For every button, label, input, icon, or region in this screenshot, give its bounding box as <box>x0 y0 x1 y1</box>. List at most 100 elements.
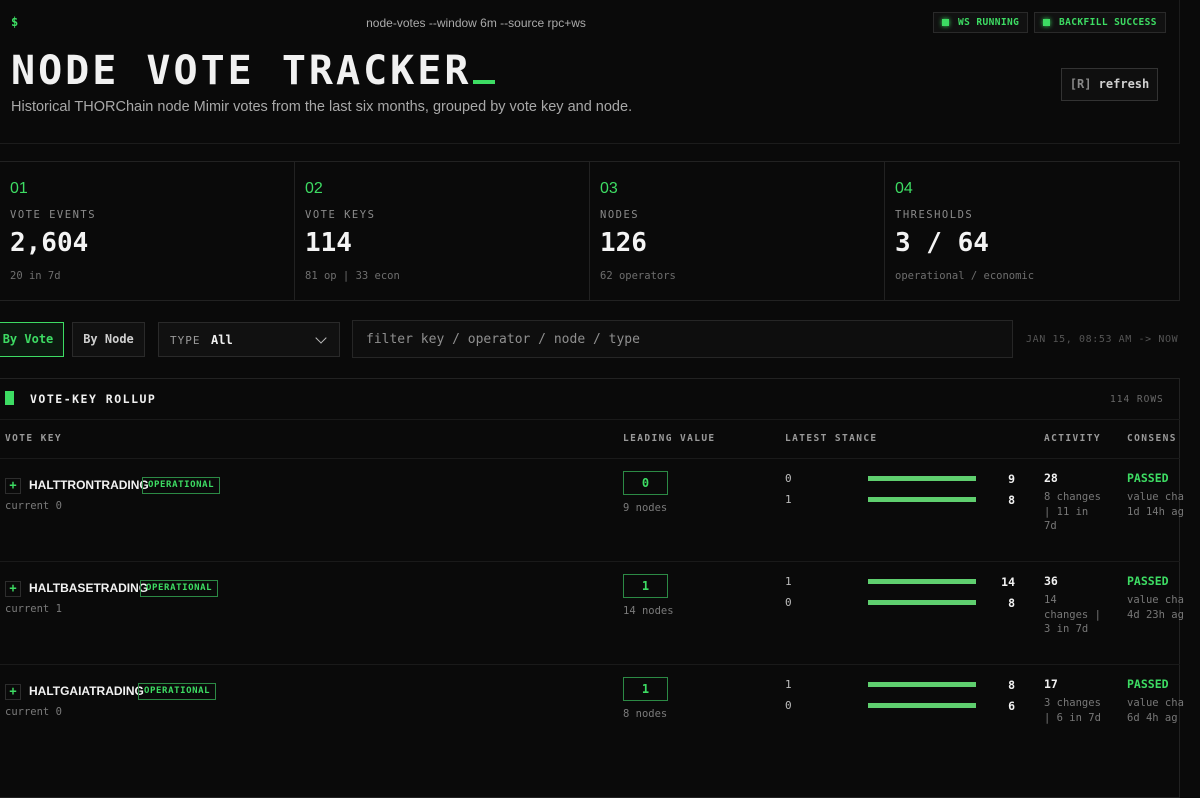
activity-count: 17 <box>1044 677 1058 691</box>
type-select[interactable]: TYPE All <box>158 322 340 357</box>
tab-by-vote[interactable]: By Vote <box>0 322 64 357</box>
stance-bar <box>868 682 976 687</box>
stance-count: 9 <box>1008 472 1015 486</box>
stat-index: 04 <box>895 180 913 197</box>
stance-value: 0 <box>785 596 792 609</box>
refresh-label: refresh <box>1098 77 1150 91</box>
stat-card-vote-events: 01 VOTE EVENTS 2,604 20 in 7d <box>0 162 295 300</box>
divider <box>0 419 1180 420</box>
vote-key-name: HALTBASETRADING <box>29 581 149 595</box>
consensus-detail-line: value cha <box>1127 491 1184 503</box>
stat-subtext: operational / economic <box>895 270 1035 282</box>
column-header-vote-key[interactable]: VOTE KEY <box>5 433 62 444</box>
consensus-detail-line: value cha <box>1127 594 1184 606</box>
consensus-detail: value cha 1d 14h ag <box>1127 490 1200 519</box>
type-badge: OPERATIONAL <box>138 683 217 700</box>
stat-value: 2,604 <box>10 228 89 258</box>
column-header-consensus[interactable]: CONSENS <box>1127 433 1177 444</box>
stance-value: 1 <box>785 575 792 588</box>
chevron-down-icon <box>315 332 327 344</box>
stance-count: 8 <box>1008 596 1015 610</box>
stance-bar-fill <box>868 497 976 502</box>
stat-card-vote-keys: 02 VOTE KEYS 114 81 op | 33 econ <box>295 162 590 300</box>
stance-bar-fill <box>868 579 976 584</box>
leading-node-count: 9 nodes <box>623 502 668 514</box>
stat-card-thresholds: 04 THRESHOLDS 3 / 64 operational / econo… <box>885 162 1179 300</box>
stat-subtext: 62 operators <box>600 270 676 282</box>
filter-input[interactable] <box>352 320 1013 358</box>
stance-value: 0 <box>785 472 792 485</box>
consensus-status: PASSED <box>1127 574 1169 588</box>
stance-bar-fill <box>868 682 976 687</box>
stance-count: 6 <box>1008 699 1015 713</box>
stat-index: 03 <box>600 180 618 197</box>
stat-value: 126 <box>600 228 647 258</box>
stat-subtext: 20 in 7d <box>10 270 61 282</box>
stat-index: 02 <box>305 180 323 197</box>
leading-node-count: 14 nodes <box>623 605 674 617</box>
refresh-button[interactable]: [R] refresh <box>1061 68 1158 101</box>
type-select-label: TYPE <box>170 334 201 347</box>
stance-value: 1 <box>785 493 792 506</box>
stat-card-nodes: 03 NODES 126 62 operators <box>590 162 885 300</box>
time-range: JAN 15, 08:53 AM -> NOW <box>1026 334 1179 345</box>
tab-by-node[interactable]: By Node <box>72 322 145 357</box>
table-row[interactable]: + HALTBASETRADING OPERATIONAL current 1 … <box>0 561 1200 664</box>
stance-count: 8 <box>1008 493 1015 507</box>
consensus-detail-line: 1d 14h ag <box>1127 505 1184 518</box>
table-row[interactable]: + HALTTRONTRADING OPERATIONAL current 0 … <box>0 458 1200 561</box>
row-count: 114 ROWS <box>1110 394 1164 405</box>
stance-bar-fill <box>868 600 976 605</box>
current-value: current 0 <box>5 500 62 512</box>
stance-bar <box>868 703 976 708</box>
table-row[interactable]: + HALTGAIATRADING OPERATIONAL current 0 … <box>0 664 1200 767</box>
stance-bar <box>868 579 976 584</box>
stats-panel: 01 VOTE EVENTS 2,604 20 in 7d 02 VOTE KE… <box>0 161 1180 301</box>
type-badge: OPERATIONAL <box>142 477 221 494</box>
stance-value: 1 <box>785 678 792 691</box>
stance-bar <box>868 476 976 481</box>
leading-value-badge: 1 <box>623 574 668 598</box>
type-badge: OPERATIONAL <box>140 580 219 597</box>
consensus-detail-line: 6d 4h ag <box>1127 711 1178 724</box>
activity-detail: 3 changes | 6 in 7d <box>1044 697 1101 724</box>
column-header-latest-stance[interactable]: LATEST STANCE <box>785 433 878 444</box>
activity-detail: 14 changes | 3 in 7d <box>1044 594 1101 635</box>
expand-icon[interactable]: + <box>5 478 21 494</box>
stance-bar-fill <box>868 703 976 708</box>
page-title-text: NODE VOTE TRACKER <box>11 48 472 94</box>
stat-label: NODES <box>600 209 640 221</box>
leading-value-badge: 1 <box>623 677 668 701</box>
activity-count: 36 <box>1044 574 1058 588</box>
activity-detail: 8 changes | 11 in 7d <box>1044 491 1101 532</box>
stance-count: 14 <box>1001 575 1015 589</box>
expand-icon[interactable]: + <box>5 684 21 700</box>
stat-value: 3 / 64 <box>895 228 989 258</box>
stat-subtext: 81 op | 33 econ <box>305 270 400 282</box>
consensus-detail: value cha 6d 4h ag <box>1127 696 1200 725</box>
leading-value-badge: 0 <box>623 471 668 495</box>
column-header-activity[interactable]: ACTIVITY <box>1044 433 1101 444</box>
current-value: current 1 <box>5 603 62 615</box>
consensus-detail: value cha 4d 23h ag <box>1127 593 1200 622</box>
consensus-detail-line: value cha <box>1127 697 1184 709</box>
consensus-detail-line: 4d 23h ag <box>1127 608 1184 621</box>
type-select-value: All <box>211 333 233 347</box>
leading-node-count: 8 nodes <box>623 708 668 720</box>
refresh-shortcut: [R] <box>1069 77 1092 91</box>
page-subtitle: Historical THORChain node Mimir votes fr… <box>11 99 633 115</box>
stat-value: 114 <box>305 228 352 258</box>
column-header-leading-value[interactable]: LEADING VALUE <box>623 433 716 444</box>
page-title: NODE VOTE TRACKER <box>11 48 496 94</box>
current-value: current 0 <box>5 706 62 718</box>
panel-title-text: VOTE-KEY ROLLUP <box>30 392 157 406</box>
consensus-status: PASSED <box>1127 471 1169 485</box>
expand-icon[interactable]: + <box>5 581 21 597</box>
stat-label: VOTE KEYS <box>305 209 376 221</box>
stance-bar <box>868 497 976 502</box>
vote-key-name: HALTTRONTRADING <box>29 478 149 492</box>
stance-bar-fill <box>868 476 976 481</box>
stance-bar <box>868 600 976 605</box>
stat-label: THRESHOLDS <box>895 209 974 221</box>
panel-title: VOTE-KEY ROLLUP <box>5 391 156 406</box>
